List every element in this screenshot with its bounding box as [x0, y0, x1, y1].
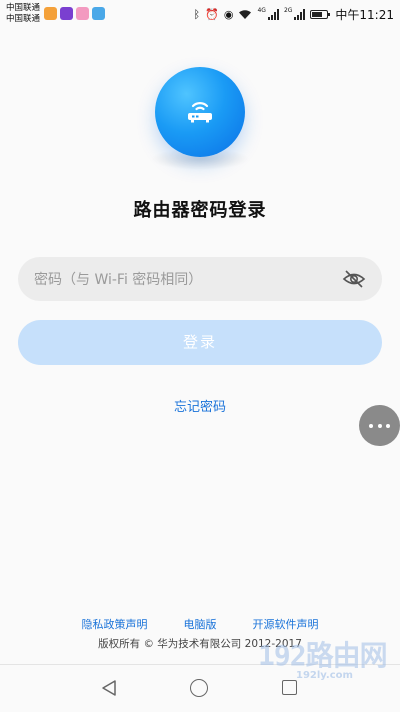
open-source-link[interactable]: 开源软件声明: [253, 616, 319, 632]
eye-off-icon[interactable]: [342, 268, 366, 290]
eye-comfort-icon: ◉: [223, 8, 234, 21]
bluetooth-icon: ᛒ: [193, 8, 201, 21]
network-badge-2: 2G: [283, 7, 293, 14]
privacy-policy-link[interactable]: 隐私政策声明: [82, 616, 148, 632]
watermark: 192路由网 192ly.com: [258, 634, 398, 694]
carrier-labels: 中国联通 中国联通: [6, 3, 40, 25]
notification-icons: [44, 7, 105, 20]
floating-more-button[interactable]: [359, 405, 400, 446]
home-icon[interactable]: [190, 679, 208, 697]
page-title: 路由器密码登录: [133, 200, 267, 221]
signal-2-icon: [294, 9, 306, 20]
status-bar: 中国联通 中国联通 ᛒ ⏰ ◉ 4G 2G 中午11:21: [0, 0, 400, 30]
signal-1-icon: [267, 9, 279, 20]
password-input[interactable]: [32, 257, 336, 303]
desktop-version-link[interactable]: 电脑版: [184, 616, 217, 632]
password-field[interactable]: [18, 257, 382, 303]
wifi-icon: [239, 10, 252, 19]
photo-app-icon: [76, 7, 89, 20]
router-icon: [188, 102, 212, 123]
watermark-sub: 192ly.com: [296, 670, 353, 681]
router-logo: [155, 67, 245, 157]
forgot-password-link[interactable]: 忘记密码: [0, 396, 400, 415]
back-icon[interactable]: [100, 679, 118, 697]
carrier-1: 中国联通: [6, 3, 41, 13]
paper-plane-icon: [92, 7, 105, 20]
alarm-icon: ⏰: [205, 8, 219, 21]
login-button[interactable]: 登录: [18, 320, 382, 365]
status-indicators: ᛒ ⏰ ◉ 4G 2G 中午11:21: [194, 6, 394, 23]
video-app-icon: [60, 7, 73, 20]
network-badge-1: 4G: [257, 7, 266, 14]
footer-links: 隐私政策声明 电脑版 开源软件声明: [0, 616, 400, 632]
battery-icon: [310, 10, 331, 19]
watermark-main: 192路由网: [258, 639, 388, 672]
weibo-icon: [44, 7, 57, 20]
carrier-2: 中国联通: [6, 14, 41, 24]
clock: 中午11:21: [335, 8, 394, 22]
